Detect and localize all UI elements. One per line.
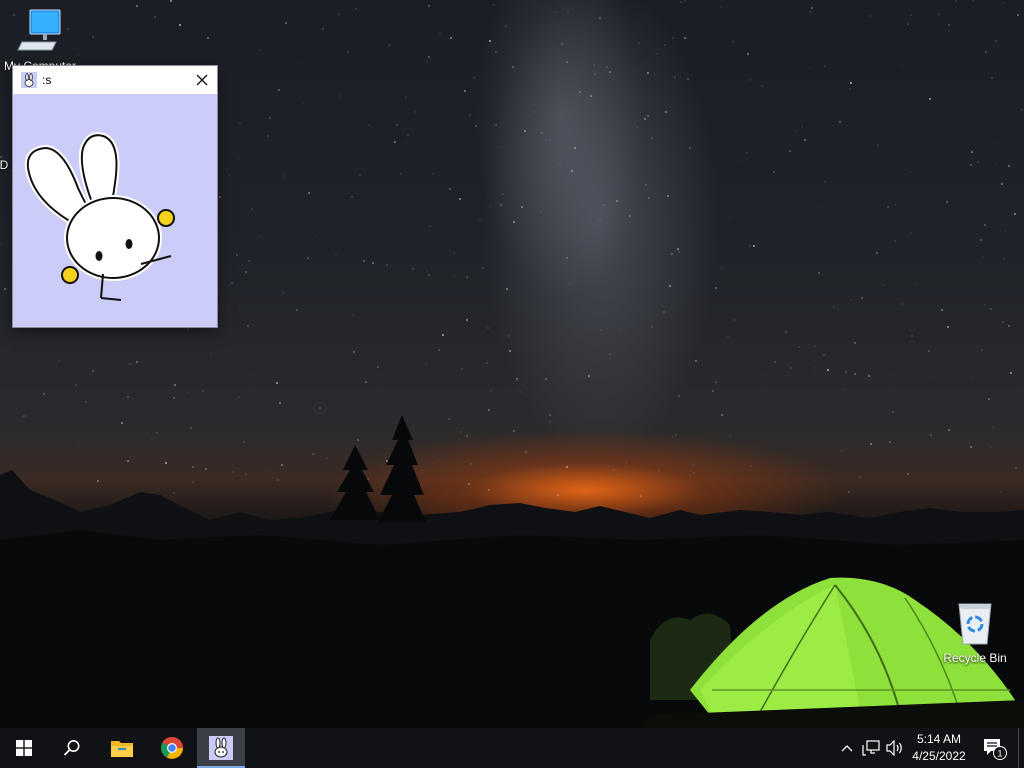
volume-icon (886, 740, 902, 756)
search-button[interactable] (48, 728, 96, 768)
bunny-app-window[interactable]: :s (13, 66, 217, 327)
chrome-icon (161, 737, 183, 759)
taskbar-clock[interactable]: 5:14 AM 4/25/2022 (906, 731, 972, 765)
desktop-icon-recycle-bin[interactable]: Recycle Bin (935, 600, 1015, 665)
bunny-app-icon (209, 736, 233, 760)
action-center-button[interactable]: 1 (978, 728, 1010, 768)
taskbar-bunny-app[interactable] (197, 728, 245, 768)
taskbar-chrome[interactable] (148, 728, 196, 768)
network-tray-button[interactable] (860, 728, 882, 768)
show-desktop-button[interactable] (1018, 728, 1024, 768)
notification-icon: 1 (984, 739, 1007, 760)
clock-time: 5:14 AM (916, 732, 962, 746)
computer-icon (17, 9, 61, 51)
chevron-up-icon (841, 745, 853, 752)
folder-icon (111, 741, 133, 757)
volume-tray-button[interactable] (884, 728, 906, 768)
search-icon (63, 740, 80, 756)
desktop-icon-label: Recycle Bin (943, 651, 1007, 665)
bunny-app-icon (21, 72, 37, 88)
notification-count: 1 (997, 749, 1002, 759)
recycle-bin-icon (958, 603, 992, 645)
close-button[interactable] (187, 66, 217, 94)
desktop-icon-my-computer[interactable]: My Computer (0, 8, 80, 73)
taskbar-file-explorer[interactable] (98, 728, 146, 768)
close-icon (196, 74, 208, 86)
show-hidden-icons-button[interactable] (838, 728, 856, 768)
bunny-character-image (24, 132, 175, 301)
start-button[interactable] (0, 728, 48, 768)
window-title: :s (42, 73, 52, 87)
clock-date: 4/25/2022 (912, 749, 966, 763)
taskbar: 5:14 AM 4/25/2022 1 (0, 728, 1024, 768)
windows-start-icon (16, 740, 32, 756)
network-icon (862, 740, 880, 756)
window-titlebar[interactable]: :s (13, 66, 217, 94)
